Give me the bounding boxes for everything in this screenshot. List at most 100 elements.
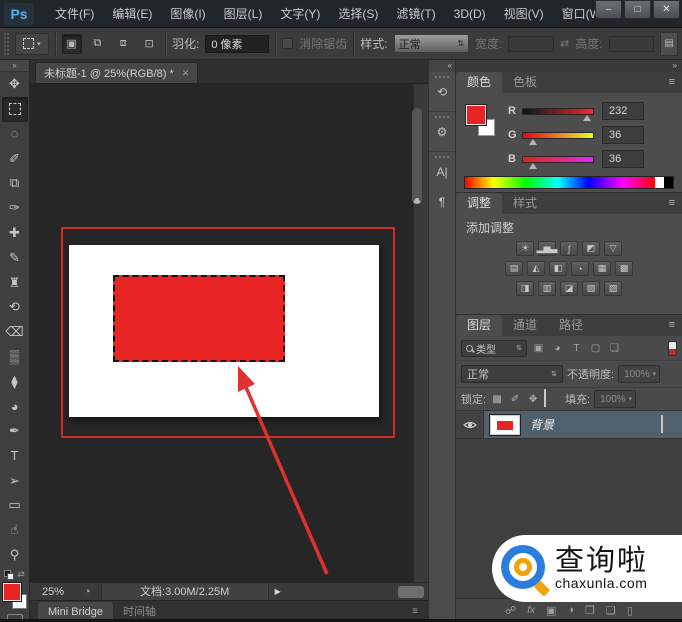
tool-hand-button[interactable]: ☝	[2, 518, 28, 543]
levels-icon[interactable]: ▂▅▃	[538, 241, 556, 256]
new-layer-icon[interactable]: ❑	[606, 604, 616, 617]
tool-dodge-button[interactable]: ◕	[2, 394, 28, 419]
menu-window[interactable]: 窗口(W)	[553, 0, 595, 28]
curves-icon[interactable]: ʃ	[560, 241, 578, 256]
exposure-icon[interactable]: ◩	[582, 241, 600, 256]
strip-expand-icon[interactable]: «	[429, 60, 455, 72]
layer-filter-dropdown[interactable]: 类型 ⇅	[461, 340, 527, 357]
lock-position-icon[interactable]: ✥	[526, 394, 540, 405]
tab-styles[interactable]: 样式	[502, 193, 548, 214]
tool-crop-button[interactable]: ⧉	[2, 171, 28, 196]
tool-shape-button[interactable]: ▭	[2, 493, 28, 518]
layer-thumbnail[interactable]	[490, 415, 520, 435]
tab-color[interactable]: 颜色	[456, 72, 502, 93]
paragraph-panel-icon[interactable]: ¶	[431, 191, 453, 213]
tool-type-button[interactable]: T	[2, 443, 28, 468]
toolbar-collapse-icon[interactable]: »	[0, 60, 29, 72]
vertical-scrollbar[interactable]	[413, 84, 428, 582]
menu-filter[interactable]: 滤镜(T)	[387, 0, 444, 28]
color-balance-icon[interactable]: ◭	[527, 261, 545, 276]
panels-collapse-icon[interactable]: »	[456, 60, 682, 72]
horizontal-scrollbar-thumb[interactable]	[398, 586, 424, 598]
close-button[interactable]: ✕	[653, 0, 680, 19]
channel-mixer-icon[interactable]: ▦	[593, 261, 611, 276]
spectrum-ramp[interactable]	[464, 176, 674, 189]
tool-quick-selection-button[interactable]: ✐	[2, 146, 28, 171]
blue-value[interactable]: 36	[602, 150, 644, 168]
black-swatch[interactable]	[664, 177, 673, 188]
tool-move-button[interactable]: ✥	[2, 72, 28, 97]
menu-file[interactable]: 文件(F)	[46, 0, 103, 28]
history-panel-icon[interactable]: ⟲	[431, 81, 453, 103]
tab-layers[interactable]: 图层	[456, 315, 502, 336]
character-panel-icon[interactable]: A|	[431, 161, 453, 183]
tool-zoom-button[interactable]: ⚲	[2, 543, 28, 568]
workspace-button[interactable]: ▤	[660, 32, 678, 56]
filter-smart-objects-icon[interactable]: ❏	[607, 343, 622, 354]
selection-mode-add-button[interactable]: ⧉	[88, 34, 108, 54]
antialias-checkbox[interactable]	[282, 38, 293, 49]
selection-mode-subtract-button[interactable]: ⧈	[113, 34, 133, 54]
link-layers-icon[interactable]: ☍	[505, 604, 516, 617]
lock-transparency-icon[interactable]: ▩	[490, 394, 504, 405]
tool-eyedropper-button[interactable]: ✑	[2, 196, 28, 221]
status-options-arrow-icon[interactable]: ▶	[275, 587, 281, 596]
menu-type[interactable]: 文字(Y)	[271, 0, 329, 28]
lock-all-icon[interactable]	[544, 390, 553, 408]
panel-menu-icon[interactable]: ≡	[669, 315, 682, 336]
tool-rect-marquee-button[interactable]	[2, 97, 28, 122]
feather-input[interactable]	[205, 35, 269, 53]
selection-mode-intersect-button[interactable]: ⊡	[139, 34, 159, 54]
menu-select[interactable]: 选择(S)	[329, 0, 387, 28]
selective-color-icon[interactable]: ▧	[582, 281, 600, 296]
hue-saturation-icon[interactable]: ▤	[505, 261, 523, 276]
vibrance-icon[interactable]: ▽	[604, 241, 622, 256]
maximize-button[interactable]: □	[624, 0, 651, 19]
tool-preset-picker[interactable]: ▾	[15, 33, 49, 55]
new-group-icon[interactable]: ❐	[585, 604, 595, 617]
menu-edit[interactable]: 编辑(E)	[103, 0, 161, 28]
tool-history-brush-button[interactable]: ⟲	[2, 295, 28, 320]
foreground-color-swatch[interactable]	[466, 105, 486, 125]
filter-shape-layers-icon[interactable]: ▢	[588, 343, 603, 354]
green-slider[interactable]	[522, 132, 594, 139]
photo-filter-icon[interactable]: ◔	[571, 261, 589, 276]
tool-brush-button[interactable]: ✎	[2, 245, 28, 270]
blend-mode-dropdown[interactable]: 正常 ⇅	[461, 365, 563, 383]
tool-lasso-button[interactable]: ◌	[2, 122, 28, 147]
gradient-map-icon[interactable]: ▨	[604, 281, 622, 296]
zoom-level[interactable]: 25%	[42, 586, 84, 598]
brightness-contrast-icon[interactable]: ☀	[516, 241, 534, 256]
tab-channels[interactable]: 通道	[502, 315, 548, 336]
red-value[interactable]: 232	[602, 102, 644, 120]
panel-menu-icon[interactable]: ≡	[412, 606, 418, 617]
blue-slider-thumb[interactable]	[529, 163, 537, 169]
default-colors-icon[interactable]	[4, 570, 14, 580]
lock-pixels-icon[interactable]: ✐	[508, 394, 522, 405]
fill-field[interactable]: 100% ▾	[594, 390, 636, 408]
adjustment-layer-icon[interactable]: ◑	[567, 604, 574, 616]
height-input[interactable]	[609, 36, 655, 52]
tab-swatches[interactable]: 色板	[502, 72, 548, 93]
tool-pen-button[interactable]: ✒	[2, 419, 28, 444]
filter-type-layers-icon[interactable]: T	[569, 343, 584, 354]
tab-adjustments[interactable]: 调整	[456, 193, 502, 214]
properties-panel-icon[interactable]: ⚙	[431, 121, 453, 143]
black-white-icon[interactable]: ◧	[549, 261, 567, 276]
visibility-cell[interactable]	[456, 411, 484, 438]
menu-3d[interactable]: 3D(D)	[445, 0, 495, 28]
panel-menu-icon[interactable]: ≡	[669, 193, 682, 214]
delete-layer-icon[interactable]: ▯	[627, 604, 633, 617]
opacity-field[interactable]: 100% ▾	[618, 365, 660, 383]
layer-style-icon[interactable]: fx	[527, 605, 535, 616]
filter-toggle-switch[interactable]	[668, 341, 677, 356]
width-input[interactable]	[508, 36, 554, 52]
red-slider-thumb[interactable]	[583, 115, 591, 121]
canvas[interactable]	[30, 84, 428, 582]
white-swatch[interactable]	[655, 177, 664, 188]
scrollbar-thumb[interactable]	[412, 108, 422, 204]
invert-icon[interactable]: ◨	[516, 281, 534, 296]
red-slider[interactable]	[522, 108, 594, 115]
filter-pixel-layers-icon[interactable]: ▣	[531, 343, 546, 354]
swap-colors-icon[interactable]: ⇄	[17, 569, 25, 580]
